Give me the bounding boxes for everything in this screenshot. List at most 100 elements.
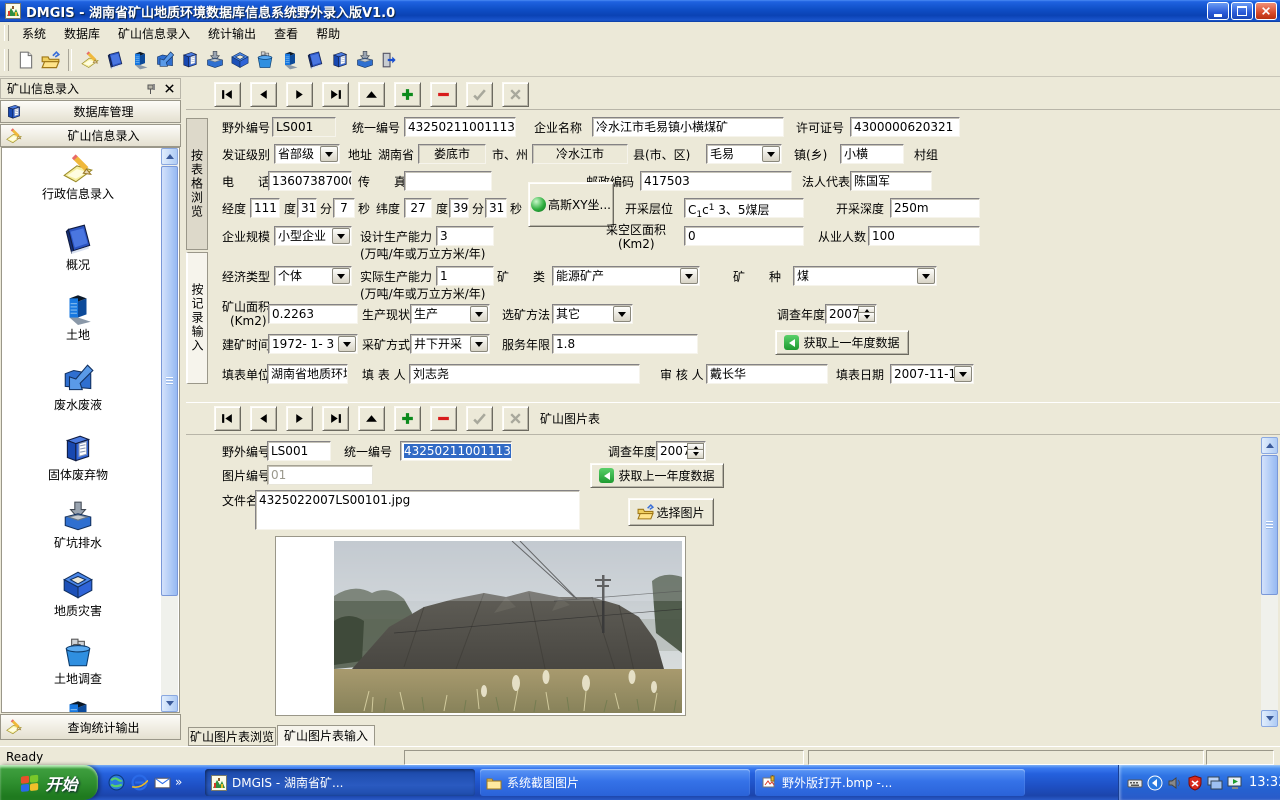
pit-drainage-icon[interactable] xyxy=(46,500,110,537)
dropdown-arrow-icon[interactable] xyxy=(954,366,972,382)
toolbar-grip[interactable] xyxy=(4,49,9,71)
city-input[interactable]: 娄底市 xyxy=(418,144,486,164)
new-document-button[interactable] xyxy=(13,48,38,73)
volume-tray-icon[interactable] xyxy=(1167,775,1183,791)
title-bar[interactable]: DMGIS - 湖南省矿山地质环境数据库信息系统野外录入版V1.0 xyxy=(0,0,1280,22)
dropdown-arrow-icon[interactable] xyxy=(917,268,935,284)
tool-button-10[interactable] xyxy=(302,48,327,73)
tab-picture-input[interactable]: 矿山图片表输入 xyxy=(277,725,375,746)
tool-button-12[interactable] xyxy=(352,48,377,73)
nav-first-button[interactable] xyxy=(214,82,241,107)
wastewater-tool-button[interactable] xyxy=(152,48,177,73)
sidebar-item-geo-hazard[interactable]: 地质灾害 xyxy=(22,604,134,619)
pic-survey-year-spinner[interactable]: 2007 xyxy=(656,441,706,461)
lat-sec-input[interactable]: 31 xyxy=(485,198,507,218)
cert-level-select[interactable]: 省部级 xyxy=(274,144,340,164)
land-survey-icon[interactable] xyxy=(46,636,110,673)
keyboard-tray-icon[interactable] xyxy=(1127,775,1143,791)
service-years-input[interactable]: 1.8 xyxy=(552,334,698,354)
outlook-express-icon[interactable] xyxy=(152,772,172,792)
sidebar-scrollbar[interactable] xyxy=(161,148,178,712)
mining-depth-input[interactable]: 250m xyxy=(890,198,980,218)
county-input[interactable]: 冷水江市 xyxy=(532,144,628,164)
land-survey-tool-button[interactable] xyxy=(252,48,277,73)
tool-button-9[interactable] xyxy=(277,48,302,73)
pic-nav-add-button[interactable] xyxy=(394,406,421,431)
tool-button-11[interactable] xyxy=(327,48,352,73)
sidebar-item-admin-info[interactable]: 行政信息录入 xyxy=(22,187,134,202)
sidebar-item-solid-waste[interactable]: 固体废弃物 xyxy=(22,468,134,483)
nav-up-button[interactable] xyxy=(358,82,385,107)
spin-down-icon[interactable] xyxy=(858,312,875,322)
geo-hazard-icon[interactable] xyxy=(46,568,110,605)
clock[interactable]: 13:32 xyxy=(1249,775,1280,790)
nav-delete-button[interactable] xyxy=(430,82,457,107)
solid-waste-tool-button[interactable] xyxy=(177,48,202,73)
nav-post-button[interactable] xyxy=(466,82,493,107)
village-input[interactable]: 小横 xyxy=(840,144,904,164)
lon-deg-input[interactable]: 111 xyxy=(250,198,280,218)
dropdown-arrow-icon[interactable] xyxy=(762,146,780,162)
mining-method-select[interactable]: 井下开采 xyxy=(410,334,490,354)
nav-prev-button[interactable] xyxy=(250,82,277,107)
network-tray-icon[interactable] xyxy=(1207,775,1223,791)
pic-nav-delete-button[interactable] xyxy=(430,406,457,431)
sidebar-scrollbar-thumb[interactable] xyxy=(161,166,178,596)
land-icon[interactable] xyxy=(46,292,110,329)
admin-info-tool-button[interactable] xyxy=(77,48,102,73)
nav-next-button[interactable] xyxy=(286,82,313,107)
pic-get-prev-year-button[interactable]: 获取上一年度数据 xyxy=(590,463,724,488)
taskbar-item-dmgis[interactable]: DMGIS - 湖南省矿... xyxy=(205,769,475,796)
dressing-method-select[interactable]: 其它 xyxy=(552,304,633,324)
taskbar-item-screenshot-folder[interactable]: 系统截图图片 xyxy=(480,769,750,796)
exit-tool-button[interactable] xyxy=(377,48,402,73)
pic-unified-no-input[interactable]: 43250211001113 xyxy=(400,441,512,461)
license-input[interactable]: 4300000620321 xyxy=(850,117,960,137)
geo-hazard-tool-button[interactable] xyxy=(227,48,252,73)
picture-panel-scrollbar-thumb[interactable] xyxy=(1261,455,1278,595)
survey-year-spinner[interactable]: 2007 xyxy=(825,304,877,324)
menu-help[interactable]: 帮助 xyxy=(307,22,349,45)
build-time-select[interactable]: 1972- 1- 3 xyxy=(268,334,358,354)
design-capacity-input[interactable]: 3 xyxy=(436,226,494,246)
lon-sec-input[interactable]: 7 xyxy=(333,198,355,218)
production-status-select[interactable]: 生产 xyxy=(410,304,490,324)
messenger-globe-icon[interactable] xyxy=(106,772,126,792)
taskbar-item-paint-bmp[interactable]: 野外版打开.bmp -... xyxy=(755,769,1025,796)
dropdown-arrow-icon[interactable] xyxy=(470,336,488,352)
land-tool-button[interactable] xyxy=(127,48,152,73)
fill-date-select[interactable]: 2007-11-13 xyxy=(890,364,974,384)
nav-last-button[interactable] xyxy=(322,82,349,107)
scroll-down-icon[interactable] xyxy=(1261,710,1278,727)
sidebar-item-overview[interactable]: 概况 xyxy=(22,258,134,273)
pic-nav-prev-button[interactable] xyxy=(250,406,277,431)
lat-min-input[interactable]: 39 xyxy=(449,198,469,218)
auditor-input[interactable]: 戴长华 xyxy=(706,364,828,384)
economic-type-select[interactable]: 个体 xyxy=(274,266,352,286)
dropdown-arrow-icon[interactable] xyxy=(470,306,488,322)
internet-explorer-icon[interactable] xyxy=(129,772,149,792)
picture-panel-scrollbar[interactable] xyxy=(1261,437,1278,727)
field-no-input[interactable]: LS001 xyxy=(272,117,336,137)
pic-nav-next-button[interactable] xyxy=(286,406,313,431)
postcode-input[interactable]: 417503 xyxy=(640,171,792,191)
fax-input[interactable] xyxy=(404,171,492,191)
scroll-down-icon[interactable] xyxy=(161,695,178,712)
update-tray-icon[interactable] xyxy=(1227,775,1243,791)
security-shield-tray-icon[interactable] xyxy=(1187,775,1203,791)
pic-nav-cancel-button[interactable] xyxy=(502,406,529,431)
menu-system[interactable]: 系统 xyxy=(13,22,55,45)
goaf-area-input[interactable]: 0 xyxy=(684,226,804,246)
pic-nav-first-button[interactable] xyxy=(214,406,241,431)
minimize-button[interactable] xyxy=(1207,2,1229,20)
choose-picture-button[interactable]: 选择图片 xyxy=(628,498,714,526)
sidebar-item-land[interactable]: 土地 xyxy=(22,328,134,343)
pic-nav-post-button[interactable] xyxy=(466,406,493,431)
tab-table-browse[interactable]: 按表格浏览 xyxy=(186,118,208,250)
wastewater-icon[interactable] xyxy=(46,362,110,399)
menu-mine-info-entry[interactable]: 矿山信息录入 xyxy=(109,22,199,45)
solid-waste-icon[interactable] xyxy=(46,432,110,469)
dropdown-arrow-icon[interactable] xyxy=(680,268,698,284)
mine-kind-select[interactable]: 煤 xyxy=(793,266,937,286)
menu-view[interactable]: 查看 xyxy=(265,22,307,45)
